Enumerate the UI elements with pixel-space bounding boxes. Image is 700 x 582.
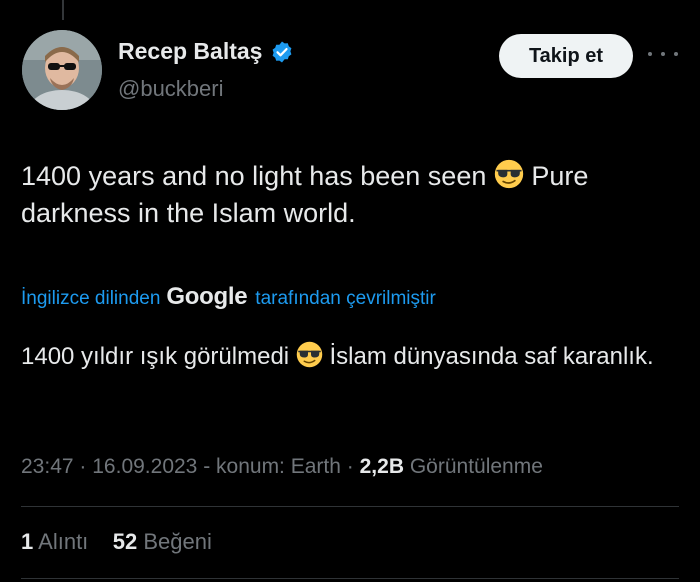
tweet-date[interactable]: 16.09.2023 <box>92 455 197 478</box>
author-handle[interactable]: @buckberi <box>118 76 224 102</box>
tweet-text: 1400 years and no light has been seen Pu… <box>21 158 681 232</box>
more-horizontal-icon[interactable] <box>648 44 678 64</box>
tweet-time[interactable]: 23:47 <box>21 455 74 478</box>
divider <box>21 506 679 507</box>
meta-separator: · <box>79 455 87 478</box>
tweet-meta: 23:47 · 16.09.2023 - konum: Earth · 2,2B… <box>21 455 543 479</box>
quotes-label: Alıntı <box>38 529 89 554</box>
likes-label: Beğeni <box>143 529 212 554</box>
tweet-text-part1: 1400 years and no light has been seen <box>21 161 487 191</box>
quotes-count: 1 <box>21 529 34 554</box>
translated-text-part2: İslam dünyasında saf karanlık. <box>329 343 654 370</box>
verified-badge-icon <box>273 41 292 62</box>
tweet-stats: 1 Alıntı 52 Beğeni <box>21 529 212 555</box>
likes-stat[interactable]: 52 Beğeni <box>113 529 212 554</box>
author-name-row: Recep Baltaş <box>118 38 294 65</box>
views-count: 2,2B <box>359 455 404 478</box>
sunglasses-emoji-icon <box>494 159 524 189</box>
translated-text: 1400 yıldır ışık görülmedi İslam dünyası… <box>21 340 681 374</box>
thread-connector-line <box>62 0 64 20</box>
meta-separator: · <box>346 455 354 478</box>
divider <box>21 578 679 579</box>
likes-count: 52 <box>112 529 138 554</box>
author-display-name[interactable]: Recep Baltaş <box>118 38 262 65</box>
translated-text-part1: 1400 yıldır ışık görülmedi <box>21 343 290 370</box>
sunglasses-emoji-icon <box>296 341 323 368</box>
follow-button[interactable]: Takip et <box>499 34 633 78</box>
google-logo: Google <box>166 283 248 310</box>
translation-suffix: tarafından çevrilmiştir <box>255 288 436 309</box>
translation-attribution[interactable]: İngilizce dilinden Google tarafından çev… <box>21 283 436 311</box>
avatar[interactable] <box>22 30 102 110</box>
quotes-stat[interactable]: 1 Alıntı <box>21 529 88 554</box>
views-label: Görüntülenme <box>409 455 543 478</box>
avatar-photo <box>22 30 102 110</box>
tweet-location: - konum: Earth <box>203 455 341 478</box>
translation-prefix: İngilizce dilinden <box>21 288 161 309</box>
